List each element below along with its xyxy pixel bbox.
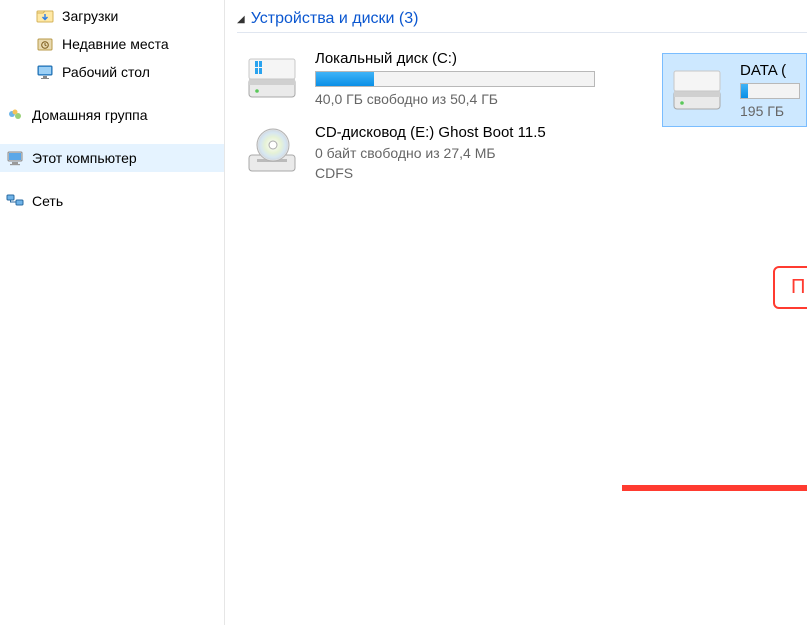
tree-label: Домашняя группа	[32, 107, 148, 123]
tree-item-homegroup[interactable]: Домашняя группа	[0, 101, 224, 129]
usage-bar-fill	[741, 84, 748, 98]
tree-label: Сеть	[32, 193, 63, 209]
network-icon	[6, 192, 24, 210]
tree-label: Рабочий стол	[62, 64, 150, 80]
tree-label: Загрузки	[62, 8, 118, 24]
usage-bar-fill	[316, 72, 374, 86]
collapse-triangle-icon: ◢	[237, 14, 245, 25]
drive-free-text: 0 байт свободно из 27,4 МБ	[315, 145, 546, 161]
tree-label: Недавние места	[62, 36, 169, 52]
tree-item-recent[interactable]: Недавние места	[0, 30, 224, 58]
annotation-line	[622, 485, 807, 491]
drive-title: CD-дисковод (E:) Ghost Boot 11.5	[315, 124, 546, 141]
cd-drive-icon	[243, 123, 301, 181]
drive-data[interactable]: DATA ( 195 ГБ	[662, 53, 807, 127]
drive-local-c[interactable]: Локальный диск (C:) 40,0 ГБ свободно из …	[237, 41, 632, 115]
callout-label: ПКМ	[791, 276, 807, 298]
section-title: Устройства и диски (3)	[251, 10, 419, 28]
drive-title: Локальный диск (C:)	[315, 50, 595, 67]
usage-bar	[740, 83, 800, 99]
hard-drive-icon	[668, 61, 726, 119]
tree-item-network[interactable]: Сеть	[0, 187, 224, 215]
section-header-devices[interactable]: ◢ Устройства и диски (3)	[237, 6, 807, 33]
tree-label: Этот компьютер	[32, 150, 137, 166]
tree-item-this-pc[interactable]: Этот компьютер	[0, 144, 224, 172]
tree-item-desktop[interactable]: Рабочий стол	[0, 58, 224, 86]
drive-title: DATA (	[740, 62, 800, 79]
this-pc-icon	[6, 149, 24, 167]
downloads-folder-icon	[36, 7, 54, 25]
hard-drive-icon	[243, 49, 301, 107]
drive-free-text: 195 ГБ	[740, 103, 800, 119]
drive-filesystem: CDFS	[315, 165, 546, 181]
recent-places-icon	[36, 35, 54, 53]
drive-free-text: 40,0 ГБ свободно из 50,4 ГБ	[315, 91, 595, 107]
homegroup-icon	[6, 106, 24, 124]
tree-item-downloads[interactable]: Загрузки	[0, 2, 224, 30]
usage-bar	[315, 71, 595, 87]
annotation-callout: ПКМ	[773, 266, 807, 309]
drive-cd-e[interactable]: CD-дисковод (E:) Ghost Boot 11.5 0 байт …	[237, 115, 632, 189]
content-pane: ◢ Устройства и диски (3)	[225, 0, 807, 625]
nav-tree: Загрузки Недавние места Р	[0, 0, 225, 625]
desktop-icon	[36, 63, 54, 81]
